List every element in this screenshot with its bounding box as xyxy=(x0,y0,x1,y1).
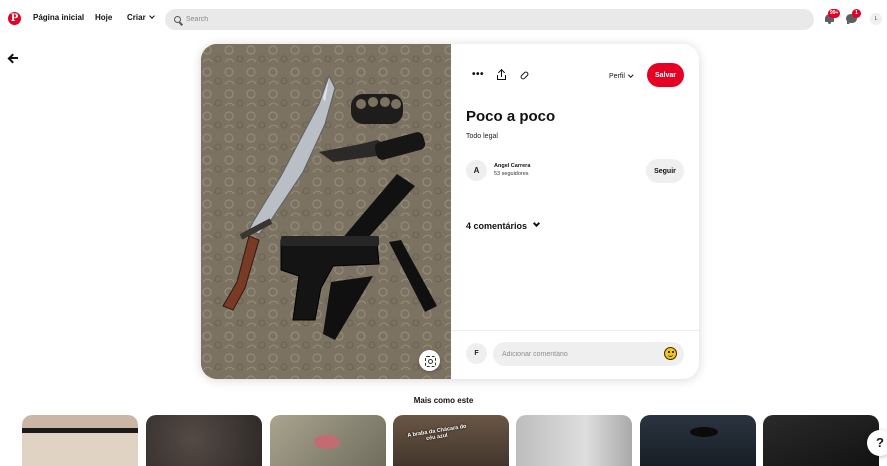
related-pin-thumbnail[interactable] xyxy=(763,415,879,466)
help-button[interactable]: ? xyxy=(867,430,887,456)
divider xyxy=(451,330,699,331)
chevron-down-icon xyxy=(532,219,541,228)
notification-count-badge: 99+ xyxy=(828,9,841,18)
pin-image[interactable] xyxy=(201,44,451,379)
related-pin-thumbnail[interactable]: A braba da Chácara do céu azul xyxy=(393,415,509,466)
back-arrow-icon[interactable] xyxy=(8,54,18,62)
thumbnail-caption: A braba da Chácara do céu azul xyxy=(407,423,467,443)
comments-count-label: 4 comentários xyxy=(466,221,528,231)
chevron-down-icon xyxy=(148,13,155,19)
pin-details-panel: ••• Perfil Salvar Poco a poco Todo legal… xyxy=(451,44,699,379)
author-followers: 53 seguidores xyxy=(494,171,529,177)
pin-photo xyxy=(201,44,451,379)
comment-input[interactable] xyxy=(502,350,652,358)
related-pin-thumbnail[interactable] xyxy=(640,415,756,466)
search-icon xyxy=(174,16,181,23)
pin-description: Todo legal xyxy=(466,133,498,140)
related-pin-thumbnail[interactable] xyxy=(146,415,262,466)
author-name[interactable]: Angel Carrera xyxy=(494,163,530,169)
nav-create-menu[interactable]: Criar xyxy=(127,13,155,22)
related-pin-thumbnail[interactable] xyxy=(22,415,138,466)
pin-title: Poco a poco xyxy=(466,108,556,125)
search-input[interactable] xyxy=(186,16,786,23)
comment-box[interactable] xyxy=(493,342,684,366)
chevron-down-icon xyxy=(628,71,634,77)
more-options-icon[interactable]: ••• xyxy=(472,70,484,84)
copy-link-icon[interactable] xyxy=(519,70,530,81)
nav-today-link[interactable]: Hoje xyxy=(95,13,112,22)
follow-button[interactable]: Seguir xyxy=(646,159,684,183)
author-avatar[interactable]: A xyxy=(466,160,487,181)
user-avatar[interactable]: L xyxy=(870,13,882,25)
comments-toggle[interactable]: 4 comentários xyxy=(466,219,541,231)
save-button[interactable]: Salvar xyxy=(647,63,684,87)
more-like-this-heading: Mais como este xyxy=(413,396,474,405)
top-navigation: P Página inicial Hoje Criar 99+ 1 L xyxy=(0,0,887,38)
visual-search-lens-icon[interactable] xyxy=(419,350,440,371)
related-pin-thumbnail[interactable] xyxy=(516,415,632,466)
board-select-dropdown[interactable]: Perfil xyxy=(609,71,634,80)
emoji-icon[interactable] xyxy=(664,347,677,360)
board-select-label: Perfil xyxy=(609,73,625,80)
search-bar[interactable] xyxy=(165,9,814,30)
share-icon[interactable] xyxy=(496,70,507,81)
nav-home-link[interactable]: Página inicial xyxy=(33,13,84,22)
pinterest-logo-icon[interactable]: P xyxy=(8,12,21,25)
message-count-badge: 1 xyxy=(852,9,861,18)
nav-create-label: Criar xyxy=(127,13,146,22)
related-pin-thumbnail[interactable] xyxy=(270,415,386,466)
pin-closeup-card: ••• Perfil Salvar Poco a poco Todo legal… xyxy=(201,44,699,379)
commenter-avatar: F xyxy=(466,343,487,364)
